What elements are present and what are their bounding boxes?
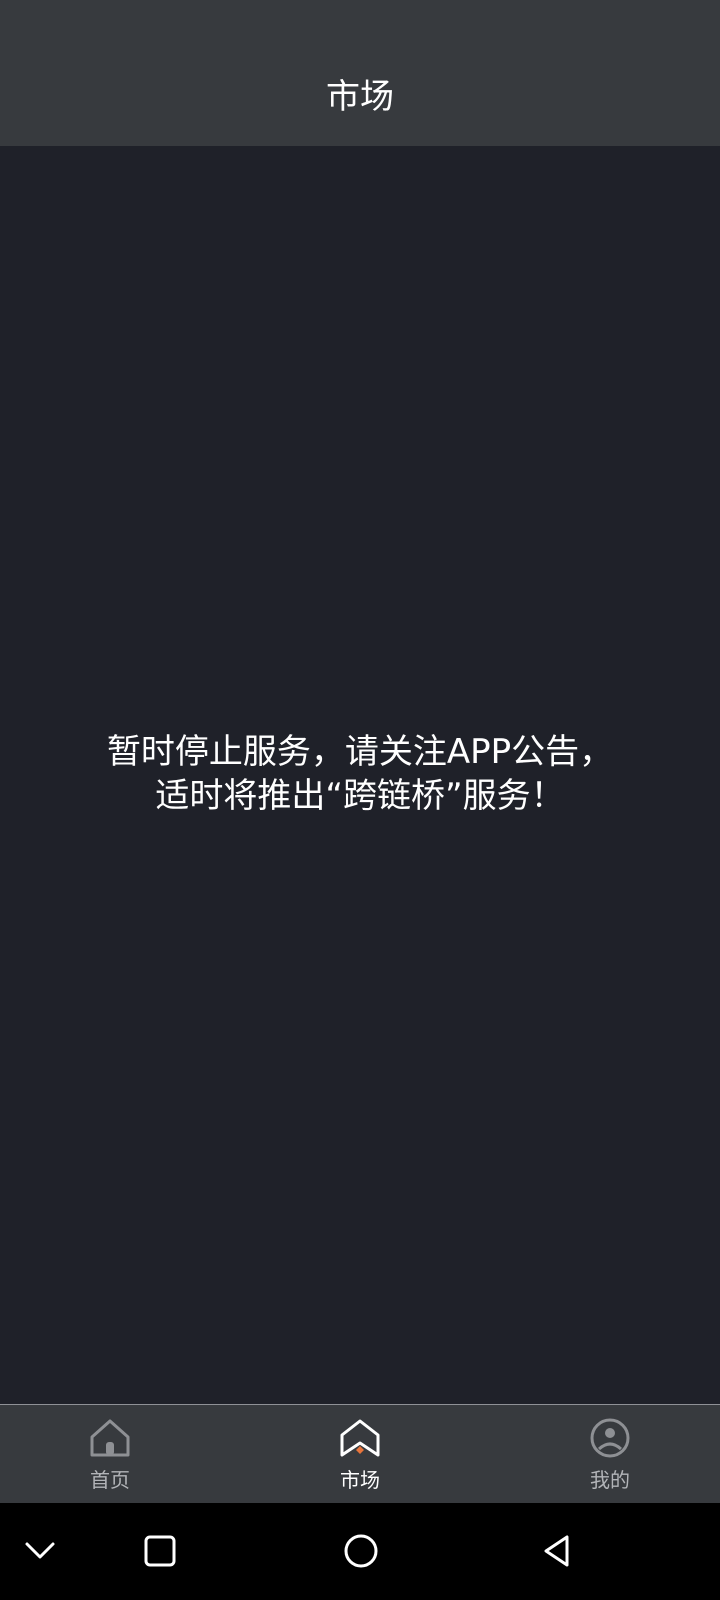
market-icon (340, 1419, 380, 1457)
recent-apps-icon[interactable] (140, 1531, 180, 1571)
notice-line-2: 适时将推出“跨链桥”服务！ (155, 776, 565, 816)
tab-home[interactable]: 首页 (50, 1405, 170, 1503)
home-circle-icon[interactable] (341, 1531, 381, 1571)
screen: 市场 暂时停止服务，请关注APP公告， 适时将推出“跨链桥”服务！ 首页 市场 (0, 0, 720, 1600)
notice-line-1: 暂时停止服务，请关注APP公告， (106, 732, 614, 772)
main-content: 暂时停止服务，请关注APP公告， 适时将推出“跨链桥”服务！ (0, 146, 720, 1404)
service-notice: 暂时停止服务，请关注APP公告， 适时将推出“跨链桥”服务！ (40, 730, 680, 818)
tab-market[interactable]: 市场 (300, 1405, 420, 1503)
system-navigation-bar (0, 1503, 720, 1600)
bottom-tab-bar: 首页 市场 我的 (0, 1404, 720, 1503)
back-icon[interactable] (538, 1531, 578, 1571)
top-header: 市场 (0, 0, 720, 146)
profile-icon (590, 1418, 630, 1458)
home-icon (90, 1419, 130, 1457)
tab-market-label: 市场 (340, 1468, 380, 1492)
collapse-icon[interactable] (20, 1531, 60, 1571)
page-title: 市场 (326, 77, 394, 117)
tab-profile-label: 我的 (590, 1468, 630, 1492)
tab-home-label: 首页 (90, 1468, 130, 1492)
tab-profile[interactable]: 我的 (550, 1405, 670, 1503)
